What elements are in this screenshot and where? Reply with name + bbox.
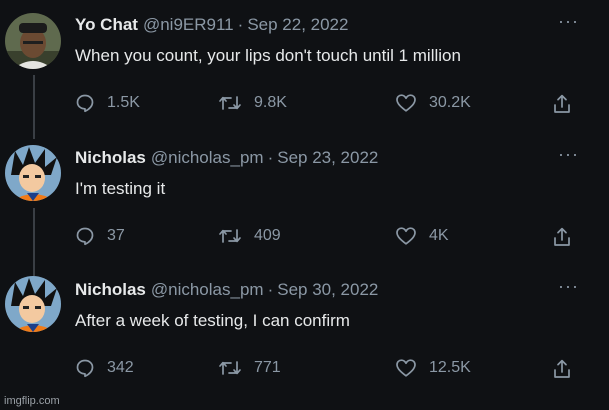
heart-icon (396, 227, 416, 245)
reply-count: 1.5K (107, 94, 140, 111)
reply-icon (76, 94, 94, 113)
retweet-button[interactable]: 771 (218, 358, 281, 378)
heart-icon (396, 94, 416, 112)
avatar-yo-chat[interactable] (5, 13, 61, 69)
tweet-2[interactable]: Nicholas @nicholas_pm · Sep 23, 2022 ···… (0, 144, 609, 276)
like-count: 30.2K (429, 94, 471, 111)
author-handle[interactable]: @ni9ER911 (143, 15, 234, 35)
reply-button[interactable]: 342 (75, 358, 134, 378)
tweet-actions: 37 409 4K (75, 226, 580, 252)
retweet-count: 9.8K (254, 94, 287, 111)
imgflip-watermark: imgflip.com (4, 395, 60, 407)
reply-button[interactable]: 1.5K (75, 93, 140, 113)
thread-connector (33, 208, 35, 276)
share-button[interactable] (552, 358, 572, 380)
reply-icon (76, 227, 94, 246)
retweet-icon (219, 361, 241, 375)
tweet-text: After a week of testing, I can confirm (75, 311, 350, 330)
tweet-date[interactable]: Sep 22, 2022 (247, 15, 348, 35)
heart-icon (396, 359, 416, 377)
like-count: 4K (429, 227, 449, 244)
tweet-text: When you count, your lips don't touch un… (75, 46, 461, 65)
tweet-actions: 342 771 12.5K (75, 358, 580, 384)
share-icon (554, 359, 570, 378)
like-count: 12.5K (429, 359, 471, 376)
share-button[interactable] (552, 226, 572, 248)
author-handle[interactable]: @nicholas_pm (151, 280, 264, 300)
thread-connector (33, 75, 35, 139)
reply-count: 37 (107, 227, 125, 244)
more-options-icon[interactable]: ··· (558, 11, 579, 32)
reply-count: 342 (107, 359, 134, 376)
retweet-button[interactable]: 409 (218, 226, 281, 246)
tweet-actions: 1.5K 9.8K 30.2K (75, 93, 580, 119)
tweet-date[interactable]: Sep 30, 2022 (277, 280, 378, 300)
like-button[interactable]: 12.5K (395, 358, 471, 378)
share-icon (554, 94, 570, 113)
retweet-icon (219, 96, 241, 110)
retweet-icon (219, 229, 241, 243)
retweet-count: 771 (254, 359, 281, 376)
header-separator: · (267, 280, 274, 299)
retweet-button[interactable]: 9.8K (218, 93, 287, 113)
share-button[interactable] (552, 93, 572, 115)
reply-icon (76, 359, 94, 378)
header-separator: · (267, 148, 274, 167)
tweet-text: I'm testing it (75, 179, 166, 198)
author-handle[interactable]: @nicholas_pm (151, 148, 264, 168)
tweet-header: Yo Chat @ni9ER911 · Sep 22, 2022 (75, 15, 348, 39)
author-name[interactable]: Yo Chat (75, 15, 138, 35)
header-separator: · (237, 15, 244, 34)
avatar-nicholas[interactable] (5, 145, 61, 201)
reply-button[interactable]: 37 (75, 226, 125, 246)
tweet-3[interactable]: Nicholas @nicholas_pm · Sep 30, 2022 ···… (0, 276, 609, 408)
avatar-nicholas[interactable] (5, 276, 61, 332)
more-options-icon[interactable]: ··· (558, 144, 579, 165)
like-button[interactable]: 4K (395, 226, 449, 246)
more-options-icon[interactable]: ··· (558, 276, 579, 297)
tweet-header: Nicholas @nicholas_pm · Sep 30, 2022 (75, 280, 378, 304)
tweet-1[interactable]: Yo Chat @ni9ER911 · Sep 22, 2022 ··· Whe… (0, 11, 609, 143)
author-name[interactable]: Nicholas (75, 280, 146, 300)
retweet-count: 409 (254, 227, 281, 244)
tweet-header: Nicholas @nicholas_pm · Sep 23, 2022 (75, 148, 378, 172)
author-name[interactable]: Nicholas (75, 148, 146, 168)
share-icon (554, 227, 570, 246)
like-button[interactable]: 30.2K (395, 93, 471, 113)
tweet-thread-screenshot: Yo Chat @ni9ER911 · Sep 22, 2022 ··· Whe… (0, 0, 609, 410)
tweet-date[interactable]: Sep 23, 2022 (277, 148, 378, 168)
